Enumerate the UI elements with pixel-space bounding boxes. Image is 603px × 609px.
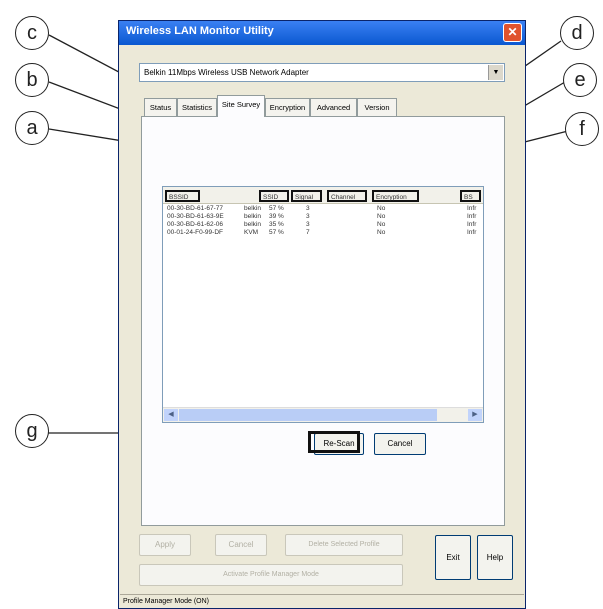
cancel-button[interactable]: Cancel xyxy=(374,433,426,455)
column-encryption[interactable]: Encryption xyxy=(372,190,419,202)
cell-channel: 3 xyxy=(306,221,310,228)
table-row[interactable]: 00-30-BD-61-67-77 belkin 57 % 3 No Infr xyxy=(167,205,477,213)
cell-ssid: belkin xyxy=(244,213,261,220)
cell-signal: 57 % xyxy=(269,205,284,212)
column-signal[interactable]: Signal xyxy=(291,190,322,202)
cell-channel: 3 xyxy=(306,213,310,220)
horizontal-scrollbar[interactable]: ◀ ▶ xyxy=(163,407,483,422)
cell-channel: 3 xyxy=(306,205,310,212)
adapter-select-value: Belkin 11Mbps Wireless USB Network Adapt… xyxy=(144,68,309,77)
cell-bssid: 00-01-24-F0-99-DF xyxy=(167,229,223,236)
cell-encryption: No xyxy=(377,221,386,228)
window-title: Wireless LAN Monitor Utility xyxy=(126,25,274,37)
chevron-down-icon[interactable]: ▼ xyxy=(488,65,503,80)
cell-signal: 35 % xyxy=(269,221,284,228)
column-channel[interactable]: Channel xyxy=(327,190,367,202)
callout-e: e xyxy=(563,63,597,97)
tab-status[interactable]: Status xyxy=(144,98,177,116)
list-header: BSSID SSID Signal Channel Encryption BS xyxy=(163,187,483,204)
table-row[interactable]: 00-01-24-F0-99-DF KVM 57 % 7 No Infr xyxy=(167,229,477,237)
scroll-right-icon[interactable]: ▶ xyxy=(468,409,482,421)
cancel-profile-button[interactable]: Cancel xyxy=(215,534,267,556)
apply-button[interactable]: Apply xyxy=(139,534,191,556)
callout-c: c xyxy=(15,16,49,50)
help-button[interactable]: Help xyxy=(477,535,513,580)
utility-window: Wireless LAN Monitor Utility ✕ Belkin 11… xyxy=(118,20,526,609)
callout-d: d xyxy=(560,16,594,50)
cell-ssid: belkin xyxy=(244,205,261,212)
scroll-left-icon[interactable]: ◀ xyxy=(164,409,178,421)
exit-button[interactable]: Exit xyxy=(435,535,471,580)
tab-site-survey[interactable]: Site Survey xyxy=(217,95,265,117)
tab-version[interactable]: Version xyxy=(357,98,397,116)
status-bar: Profile Manager Mode (ON) xyxy=(120,594,524,608)
title-bar[interactable]: Wireless LAN Monitor Utility ✕ xyxy=(119,21,525,45)
cell-signal: 57 % xyxy=(269,229,284,236)
rescan-highlight xyxy=(308,431,360,453)
network-list[interactable]: BSSID SSID Signal Channel Encryption BS … xyxy=(162,186,484,423)
table-row[interactable]: 00-30-BD-61-62-06 belkin 35 % 3 No Infr xyxy=(167,221,477,229)
scrollbar-thumb[interactable] xyxy=(179,409,437,421)
tab-statistics[interactable]: Statistics xyxy=(177,98,217,116)
cell-encryption: No xyxy=(377,213,386,220)
callout-f: f xyxy=(565,112,599,146)
cell-bss: Infr xyxy=(467,205,477,212)
delete-profile-button[interactable]: Delete Selected Profile xyxy=(285,534,403,556)
table-row[interactable]: 00-30-BD-61-63-9E belkin 39 % 3 No Infr xyxy=(167,213,477,221)
cell-bssid: 00-30-BD-61-62-06 xyxy=(167,221,224,228)
column-ssid[interactable]: SSID xyxy=(259,190,289,202)
callout-b: b xyxy=(15,63,49,97)
callout-g: g xyxy=(15,414,49,448)
cell-bss: Infr xyxy=(467,221,477,228)
column-bss[interactable]: BS xyxy=(460,190,481,202)
cell-bss: Infr xyxy=(467,213,477,220)
cell-ssid: belkin xyxy=(244,221,261,228)
tab-advanced[interactable]: Advanced xyxy=(310,98,357,116)
cell-encryption: No xyxy=(377,229,386,236)
adapter-select[interactable]: Belkin 11Mbps Wireless USB Network Adapt… xyxy=(139,63,505,82)
cell-signal: 39 % xyxy=(269,213,284,220)
list-rows: 00-30-BD-61-67-77 belkin 57 % 3 No Infr … xyxy=(167,205,477,237)
activate-profile-button[interactable]: Activate Profile Manager Mode xyxy=(139,564,403,586)
cell-ssid: KVM xyxy=(244,229,259,236)
close-icon[interactable]: ✕ xyxy=(503,23,522,42)
tab-encryption[interactable]: Encryption xyxy=(265,98,310,116)
callout-a: a xyxy=(15,111,49,145)
cell-encryption: No xyxy=(377,205,386,212)
cell-bssid: 00-30-BD-61-67-77 xyxy=(167,205,224,212)
cell-bssid: 00-30-BD-61-63-9E xyxy=(167,213,224,220)
cell-channel: 7 xyxy=(306,229,310,236)
cell-bss: Infr xyxy=(467,229,477,236)
column-bssid[interactable]: BSSID xyxy=(165,190,200,202)
site-survey-panel: BSSID SSID Signal Channel Encryption BS … xyxy=(141,116,505,526)
